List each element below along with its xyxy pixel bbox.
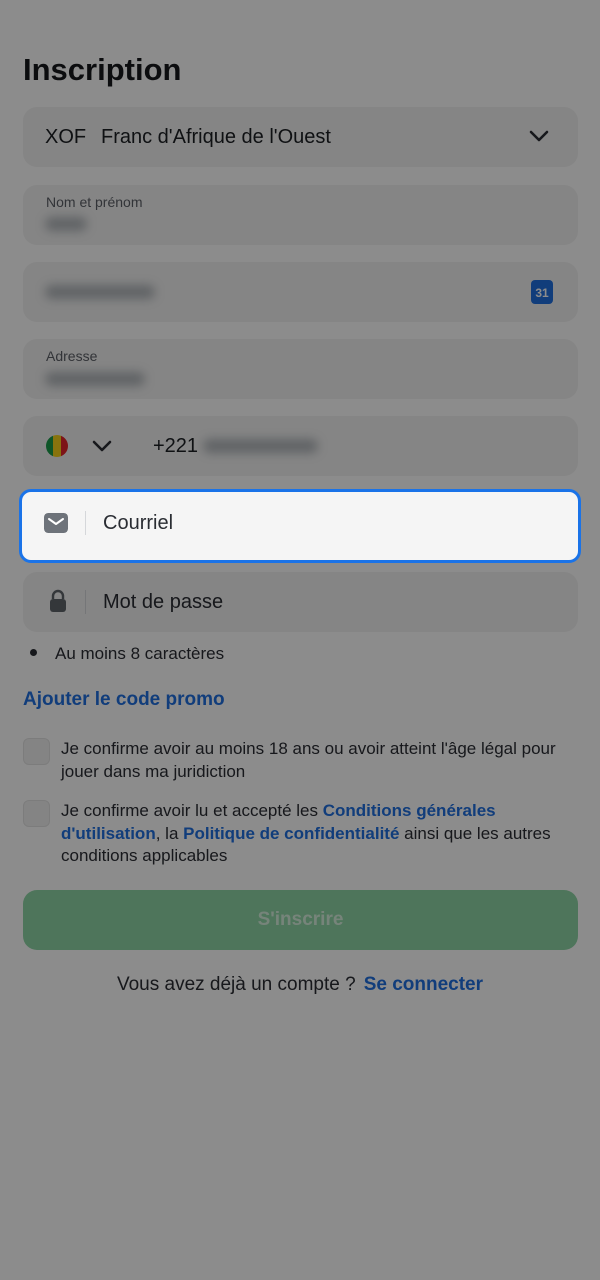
terms-confirm-row: Je confirme avoir lu et accepté les Cond… [23, 800, 578, 870]
terms-confirm-text: Je confirme avoir lu et accepté les Cond… [61, 800, 571, 868]
phone-prefix: +221 [153, 435, 199, 457]
calendar-icon[interactable]: 31 [531, 280, 553, 304]
age-confirm-text: Je confirme avoir au moins 18 ans ou avo… [61, 739, 556, 781]
age-confirm-checkbox[interactable] [23, 738, 50, 765]
login-prompt: Vous avez déjà un compte ? [116, 974, 356, 995]
password-rule: Au moins 8 caractères [30, 644, 224, 664]
bullet-icon [30, 649, 37, 657]
age-confirm-row: Je confirme avoir au moins 18 ans ou avo… [23, 738, 578, 788]
chevron-down-icon [529, 130, 549, 142]
lock-icon [50, 589, 66, 612]
full-name-label: Nom et prénom [46, 194, 143, 210]
privacy-policy-link[interactable]: Politique de confidentialité [183, 824, 399, 843]
password-separator [85, 590, 86, 614]
password-placeholder: Mot de passe [103, 591, 224, 613]
country-chevron-down-icon[interactable] [91, 437, 113, 455]
login-link[interactable]: Se connecter [364, 974, 483, 995]
currency-name: Franc d'Afrique de l'Ouest [101, 126, 331, 148]
email-placeholder: Courriel [103, 512, 174, 534]
mail-icon [44, 513, 68, 533]
email-field[interactable]: Courriel [19, 489, 581, 563]
address-field[interactable]: Adresse [23, 339, 578, 399]
currency-select[interactable]: XOF Franc d'Afrique de l'Ouest [23, 107, 578, 167]
terms-text-mid: , la [155, 823, 184, 843]
currency-code: XOF [45, 126, 87, 148]
phone-field[interactable]: +221 [23, 416, 578, 476]
phone-number-redacted [203, 439, 318, 453]
full-name-value-redacted [45, 217, 87, 231]
senegal-flag-icon [46, 435, 68, 457]
terms-confirm-checkbox[interactable] [23, 800, 50, 827]
signup-page: Inscription XOF Franc d'Afrique de l'Oue… [0, 0, 600, 1280]
add-promo-code-link[interactable]: Ajouter le code promo [23, 689, 225, 711]
birthdate-field[interactable]: 31 [23, 262, 578, 322]
address-value-redacted [45, 372, 145, 386]
full-name-field[interactable]: Nom et prénom [23, 185, 578, 245]
login-row: Vous avez déjà un compte ? Se connecter [0, 974, 600, 996]
signup-button[interactable]: S'inscrire [23, 890, 578, 950]
password-field[interactable]: Mot de passe [23, 572, 578, 632]
password-rule-text: Au moins 8 caractères [55, 644, 225, 663]
address-label: Adresse [46, 348, 98, 364]
page-title: Inscription [23, 52, 182, 87]
terms-text-before: Je confirme avoir lu et accepté les [61, 801, 323, 820]
birthdate-value-redacted [45, 285, 155, 299]
email-separator [85, 511, 86, 535]
